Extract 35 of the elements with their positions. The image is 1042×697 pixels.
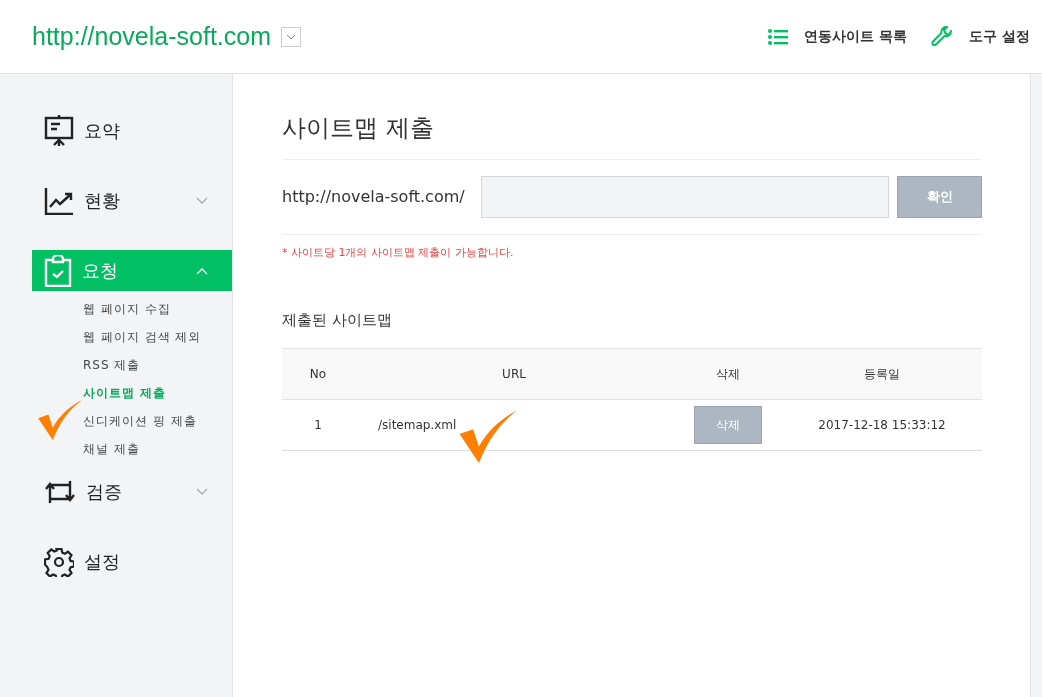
url-prefix: http://novela-soft.com/ (282, 185, 465, 208)
header-link[interactable]: 도구 설정 (931, 25, 1030, 48)
line-chart-icon (44, 186, 74, 215)
submenu-item[interactable]: 신디케이션 핑 제출 (83, 407, 232, 435)
swap-arrows-icon (44, 478, 76, 505)
site-url: http://novela-soft.com (32, 20, 271, 52)
chevron-down-icon (286, 33, 296, 40)
column-header: 등록일 (782, 348, 982, 400)
nav-item[interactable]: 요약 (32, 110, 232, 151)
chevron-up-icon (196, 266, 208, 275)
gear-icon (44, 546, 74, 577)
column-header: 삭제 (674, 348, 782, 400)
nav-item[interactable]: 현황 (32, 180, 232, 221)
submenu-item[interactable]: 웹 페이지 검색 제외 (83, 323, 232, 351)
check-mark-icon (38, 400, 82, 440)
column-header: URL (354, 348, 674, 400)
list-icon (768, 27, 789, 46)
submenu-item[interactable]: 채널 제출 (83, 435, 232, 463)
chevron-down-icon (196, 196, 208, 205)
table-cell: 2017-12-18 15:33:12 (782, 399, 982, 451)
header-link[interactable]: 연동사이트 목록 (768, 26, 908, 47)
submenu-item[interactable]: 웹 페이지 수집 (83, 295, 232, 323)
clipboard-check-icon (44, 254, 72, 287)
dropdown-button[interactable] (281, 26, 301, 47)
nav-item[interactable]: 검증 (32, 471, 232, 512)
presentation-board-icon (44, 114, 74, 147)
section-title: 제출된 사이트맵 (282, 310, 393, 332)
table-cell: 1 (282, 399, 354, 451)
wrench-icon (931, 25, 954, 48)
chevron-down-icon (196, 487, 208, 496)
page-title: 사이트맵 제출 (282, 114, 982, 160)
nav-item[interactable]: 설정 (32, 541, 232, 582)
submenu-item[interactable]: RSS 제출 (83, 351, 232, 379)
column-header: No (282, 348, 354, 400)
notice-text: * 사이트당 1개의 사이트맵 제출이 가능합니다. (282, 244, 515, 261)
